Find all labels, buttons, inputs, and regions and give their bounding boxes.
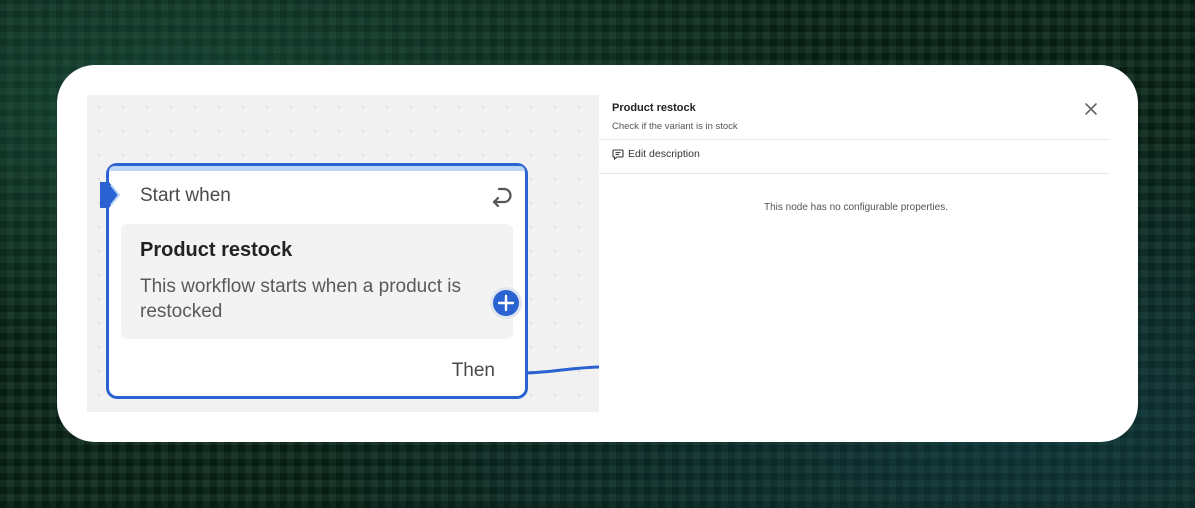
panel-divider-top: [599, 139, 1109, 140]
trigger-description: This workflow starts when a product is r…: [140, 276, 462, 322]
workflow-canvas[interactable]: Start when Product restock This workflow…: [87, 95, 599, 412]
workflow-editor-card: Start when Product restock This workflow…: [57, 65, 1138, 442]
edit-description-label: Edit description: [628, 148, 700, 160]
properties-panel: Product restock Check if the variant is …: [599, 95, 1109, 412]
panel-title: Product restock: [612, 102, 696, 114]
plus-icon[interactable]: [489, 286, 523, 320]
trigger-title: Product restock: [140, 239, 293, 261]
comment-icon: [612, 149, 624, 160]
empty-properties-message: This node has no configurable properties…: [763, 202, 948, 213]
node-header: Start when: [140, 185, 231, 206]
close-icon[interactable]: [1083, 101, 1099, 117]
input-notch-icon: [100, 182, 120, 208]
return-arrow-icon[interactable]: [489, 183, 515, 209]
node-top-bar: [109, 166, 525, 171]
trigger-node[interactable]: Start when Product restock This workflow…: [100, 163, 528, 399]
panel-subtitle: Check if the variant is in stock: [612, 121, 738, 132]
edit-description-button[interactable]: Edit description: [612, 147, 700, 161]
trigger-box[interactable]: Product restock This workflow starts whe…: [121, 224, 513, 339]
panel-divider-bottom: [599, 173, 1109, 174]
then-label: Then: [451, 360, 495, 381]
